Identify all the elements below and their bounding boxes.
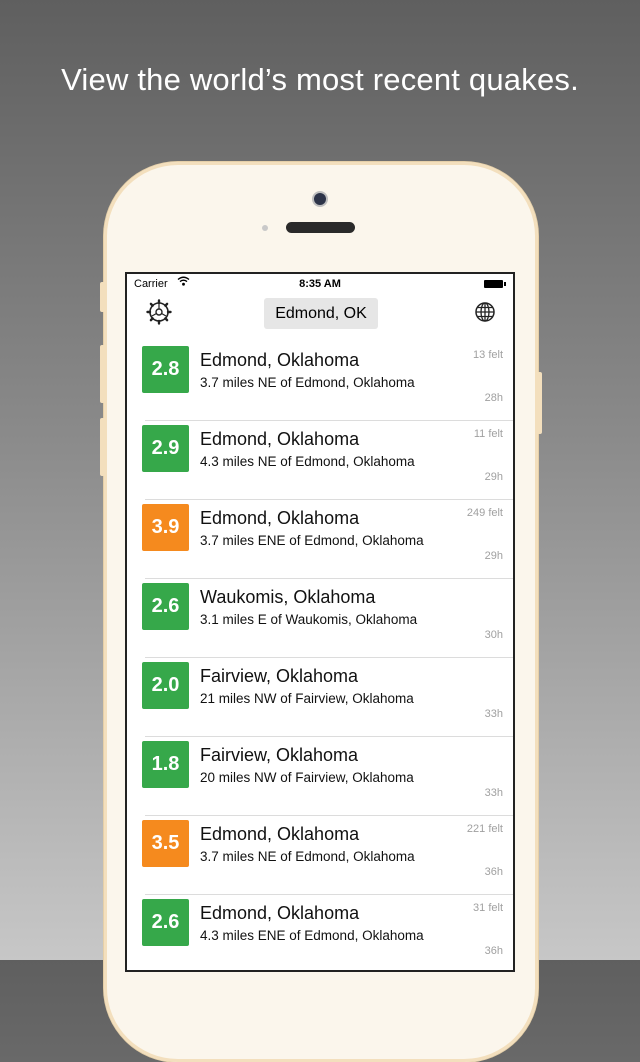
volume-down-button — [100, 418, 105, 476]
quake-row[interactable]: 1.8 Fairview, Oklahoma 20 miles NW of Fair… — [127, 737, 513, 816]
quake-row[interactable]: 3.5 Edmond, Oklahoma 3.7 miles NE of Edmon… — [127, 816, 513, 895]
map-button[interactable] — [473, 300, 497, 324]
quake-place: Edmond, Oklahoma — [200, 429, 360, 449]
magnitude-badge: 2.6 — [142, 899, 189, 946]
quake-detail: 3.7 miles NE of Edmond, Oklahoma — [200, 849, 415, 864]
globe-icon — [475, 302, 495, 322]
magnitude-badge: 2.6 — [142, 583, 189, 630]
quake-detail: 4.3 miles ENE of Edmond, Oklahoma — [200, 928, 424, 943]
quake-detail: 21 miles NW of Fairview, Oklahoma — [200, 691, 414, 706]
quake-detail: 20 miles NW of Fairview, Oklahoma — [200, 770, 414, 785]
battery-icon — [484, 280, 506, 288]
quake-row[interactable]: 2.9 Edmond, Oklahoma 4.3 miles NE of Edmon… — [127, 421, 513, 500]
felt-count: 31 felt — [473, 902, 503, 914]
settings-button[interactable] — [146, 299, 172, 325]
quake-place: Waukomis, Oklahoma — [200, 587, 376, 607]
quake-place: Fairview, Oklahoma — [200, 745, 359, 765]
quake-age: 30h — [484, 629, 503, 641]
quake-row[interactable]: 3.9 Edmond, Oklahoma 3.7 miles ENE of Edmo… — [127, 500, 513, 579]
quake-age: 33h — [484, 787, 503, 799]
quake-place: Fairview, Oklahoma — [200, 666, 359, 686]
quake-row[interactable]: 2.6 Edmond, Oklahoma 4.3 miles ENE of Edmo… — [127, 895, 513, 970]
nav-bar: Edmond, OK — [127, 296, 513, 342]
magnitude-badge: 1.8 — [142, 741, 189, 788]
gear-icon — [146, 299, 172, 325]
proximity-sensor — [262, 225, 268, 231]
quake-row[interactable]: 2.0 Fairview, Oklahoma 21 miles NW of Fair… — [127, 658, 513, 737]
front-camera — [314, 193, 326, 205]
status-time: 8:35 AM — [299, 278, 341, 290]
status-bar: Carrier 8:35 AM — [127, 274, 513, 296]
quake-age: 33h — [484, 708, 503, 720]
silent-switch — [100, 282, 105, 312]
quake-row[interactable]: 2.8 Edmond, Oklahoma 3.7 miles NE of Edmon… — [127, 342, 513, 421]
quake-place: Edmond, Oklahoma — [200, 903, 360, 923]
felt-count: 11 felt — [473, 428, 503, 440]
quake-detail: 3.7 miles NE of Edmond, Oklahoma — [200, 375, 415, 390]
magnitude-badge: 2.8 — [142, 346, 189, 393]
quake-list: 2.8 Edmond, Oklahoma 3.7 miles NE of Edmon… — [127, 342, 513, 970]
quake-detail: 3.1 miles E of Waukomis, Oklahoma — [200, 612, 418, 627]
magnitude-badge: 2.9 — [142, 425, 189, 472]
felt-count: 13 felt — [473, 349, 503, 361]
quake-detail: 4.3 miles NE of Edmond, Oklahoma — [200, 454, 415, 469]
quake-place: Edmond, Oklahoma — [200, 824, 360, 844]
quake-age: 28h — [484, 392, 503, 404]
magnitude-badge: 3.5 — [142, 820, 189, 867]
power-button — [537, 372, 542, 434]
location-button[interactable]: Edmond, OK — [264, 298, 378, 329]
quake-age: 29h — [484, 471, 503, 483]
quake-age: 36h — [484, 866, 503, 878]
magnitude-badge: 3.9 — [142, 504, 189, 551]
volume-up-button — [100, 345, 105, 403]
headline: View the world’s most recent quakes. — [61, 62, 579, 97]
quake-place: Edmond, Oklahoma — [200, 350, 360, 370]
quake-place: Edmond, Oklahoma — [200, 508, 360, 528]
quake-age: 29h — [484, 550, 503, 562]
quake-row[interactable]: 2.6 Waukomis, Oklahoma 3.1 miles E of Wauk… — [127, 579, 513, 658]
magnitude-badge: 2.0 — [142, 662, 189, 709]
quake-age: 36h — [484, 945, 503, 957]
quake-detail: 3.7 miles ENE of Edmond, Oklahoma — [200, 533, 424, 548]
felt-count: 249 felt — [466, 507, 503, 519]
phone-screen: Carrier 8:35 AM Edmond, OK 2.8 Edmond, O… — [125, 272, 515, 972]
earpiece-speaker — [286, 222, 355, 233]
felt-count: 221 felt — [466, 823, 503, 835]
